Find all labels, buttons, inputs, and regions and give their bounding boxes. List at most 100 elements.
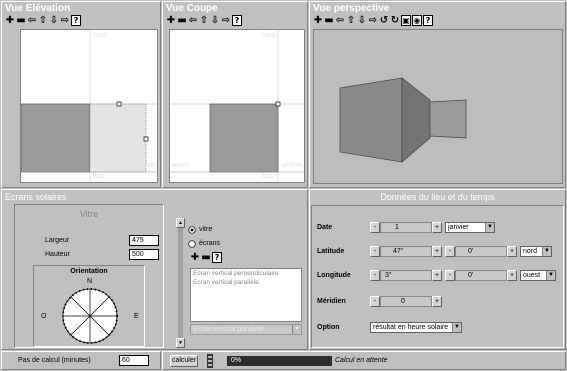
- help-icon[interactable]: ?: [232, 15, 242, 26]
- rotate-left-icon[interactable]: ↺: [379, 15, 389, 26]
- section-panel: Vue Coupe ✚ ▬ ⇦ ⇧ ⇩ ⇨ ? haut bas avant a…: [162, 1, 308, 188]
- arrow-left-icon[interactable]: ⇦: [335, 15, 345, 26]
- radio-vitre-button[interactable]: [188, 226, 196, 234]
- largeur-input[interactable]: 475: [129, 235, 159, 246]
- arrow-left-icon[interactable]: ⇦: [188, 15, 198, 26]
- date-label: Date: [317, 224, 333, 231]
- lon-min-decrement-button[interactable]: -: [445, 270, 455, 281]
- lon-deg-increment-button[interactable]: +: [432, 270, 442, 281]
- largeur-label: Largeur: [45, 237, 70, 244]
- elevation-title: Vue Elévation: [5, 3, 71, 14]
- calculate-button[interactable]: calculer: [170, 355, 198, 367]
- lon-deg-input[interactable]: 3°: [380, 270, 432, 281]
- donnees-panel: Données du lieu et du temps Date - 1 + j…: [309, 189, 566, 350]
- ecrans-panel: Ecrans solaires Vitre Largeur 475 Hauteu…: [1, 189, 308, 350]
- list-item[interactable]: Ecran vertical parallèle: [191, 278, 301, 287]
- elevation-panel: Vue Elévation ✚ ▬ ⇦ ⇧ ⇩ ⇨ ? haut bas dro…: [1, 1, 161, 188]
- elevation-right-label: droite: [139, 162, 157, 169]
- arrow-right-icon[interactable]: ⇨: [221, 15, 231, 26]
- day-increment-button[interactable]: +: [432, 222, 442, 233]
- elevation-view[interactable]: haut bas droite: [20, 29, 158, 183]
- chevron-down-icon: ▼: [542, 247, 551, 256]
- ecran-type-select[interactable]: Ecran vertical parallèle ▼: [190, 324, 302, 335]
- perspective-toolbar: ✚ ▬ ⇦ ⇧ ⇩ ⇨ ↺ ↻ ▣ ◉ ?: [313, 15, 433, 27]
- zoom-in-icon[interactable]: ✚: [166, 15, 176, 26]
- chevron-down-icon: ▼: [452, 323, 461, 332]
- zoom-out-icon[interactable]: ▬: [16, 15, 26, 26]
- status-message: Calcul en attente: [335, 357, 388, 364]
- remove-ecran-icon[interactable]: ▬: [201, 252, 211, 263]
- arrow-right-icon[interactable]: ⇨: [368, 15, 378, 26]
- spinner-track[interactable]: [178, 228, 183, 340]
- perspective-view[interactable]: [313, 29, 563, 184]
- scroll-up-button[interactable]: ▲: [176, 218, 185, 228]
- lat-direction-value: nord: [523, 248, 538, 255]
- section-top-label: haut: [262, 32, 276, 39]
- radio-ecrans-label: écrans: [199, 240, 221, 247]
- elevation-drawing: [20, 30, 157, 182]
- section-toolbar: ✚ ▬ ⇦ ⇧ ⇩ ⇨ ?: [166, 15, 242, 27]
- lon-deg-decrement-button[interactable]: -: [370, 270, 380, 281]
- zoom-in-icon[interactable]: ✚: [313, 15, 323, 26]
- day-input[interactable]: 1: [380, 222, 432, 233]
- zoom-in-icon[interactable]: ✚: [5, 15, 15, 26]
- sphere-view-icon[interactable]: ◉: [412, 15, 422, 26]
- lat-deg-input[interactable]: 47°: [380, 246, 432, 257]
- orientation-label: Orientation: [70, 268, 108, 275]
- compass-west-label: O: [41, 313, 47, 320]
- compass-north-label: N: [87, 278, 93, 285]
- lat-deg-increment-button[interactable]: +: [432, 246, 442, 257]
- month-select[interactable]: janvier ▼: [445, 222, 495, 233]
- help-icon[interactable]: ?: [212, 252, 222, 263]
- option-select[interactable]: résultat en heure solaire ▼: [370, 322, 462, 333]
- meridien-decrement-button[interactable]: -: [370, 296, 380, 307]
- compass-dial[interactable]: [60, 286, 120, 346]
- pas-input[interactable]: 60: [119, 355, 149, 366]
- help-icon[interactable]: ?: [71, 15, 81, 26]
- arrow-down-icon[interactable]: ⇩: [49, 15, 59, 26]
- lat-min-increment-button[interactable]: +: [507, 246, 517, 257]
- arrow-up-icon[interactable]: ⇧: [346, 15, 356, 26]
- arrow-right-icon[interactable]: ⇨: [60, 15, 70, 26]
- lon-min-increment-button[interactable]: +: [507, 270, 517, 281]
- arrow-left-icon[interactable]: ⇦: [27, 15, 37, 26]
- elevation-top-label: haut: [93, 32, 107, 39]
- list-item[interactable]: Ecran vertical perpendiculaire: [191, 269, 301, 278]
- lon-direction-value: ouest: [523, 272, 541, 279]
- lat-min-decrement-button[interactable]: -: [445, 246, 455, 257]
- zoom-out-icon[interactable]: ▬: [177, 15, 187, 26]
- hauteur-input[interactable]: 500: [129, 249, 159, 260]
- orientation-group: Orientation N O E: [33, 265, 145, 347]
- section-view[interactable]: haut bas avant arrière: [169, 29, 305, 183]
- add-ecran-icon[interactable]: ✚: [190, 252, 200, 263]
- arrow-up-icon[interactable]: ⇧: [38, 15, 48, 26]
- perspective-panel: Vue perspective ✚ ▬ ⇦ ⇧ ⇩ ⇨ ↺ ↻ ▣ ◉ ?: [309, 1, 566, 188]
- progress-bar: 0%: [227, 356, 332, 366]
- section-right-label: arrière: [282, 162, 303, 169]
- pas-label: Pas de calcul (minutes): [18, 357, 91, 364]
- lon-min-input[interactable]: 0': [455, 270, 507, 281]
- longitude-label: Longitude: [317, 272, 351, 279]
- meridien-increment-button[interactable]: +: [432, 296, 442, 307]
- scroll-down-button[interactable]: ▼: [176, 338, 185, 348]
- arrow-down-icon[interactable]: ⇩: [357, 15, 367, 26]
- compass-east-label: E: [134, 313, 139, 320]
- option-value: résultat en heure solaire: [373, 324, 449, 331]
- arrow-up-icon[interactable]: ⇧: [199, 15, 209, 26]
- ecrans-list[interactable]: Ecran vertical perpendiculaire Ecran ver…: [190, 268, 302, 322]
- lat-direction-select[interactable]: nord ▼: [520, 246, 552, 257]
- help-icon[interactable]: ?: [423, 15, 433, 26]
- lat-deg-decrement-button[interactable]: -: [370, 246, 380, 257]
- day-decrement-button[interactable]: -: [370, 222, 380, 233]
- meridien-input[interactable]: 0: [380, 296, 432, 307]
- lon-direction-select[interactable]: ouest ▼: [520, 270, 556, 281]
- zoom-out-icon[interactable]: ▬: [324, 15, 334, 26]
- perspective-title: Vue perspective: [313, 3, 390, 14]
- section-title: Vue Coupe: [166, 3, 218, 14]
- cube-view-icon[interactable]: ▣: [401, 15, 411, 26]
- lat-min-input[interactable]: 0': [455, 246, 507, 257]
- radio-ecrans-button[interactable]: [188, 240, 196, 248]
- rotate-right-icon[interactable]: ↻: [390, 15, 400, 26]
- sun-calc-icon: [207, 354, 213, 368]
- arrow-down-icon[interactable]: ⇩: [210, 15, 220, 26]
